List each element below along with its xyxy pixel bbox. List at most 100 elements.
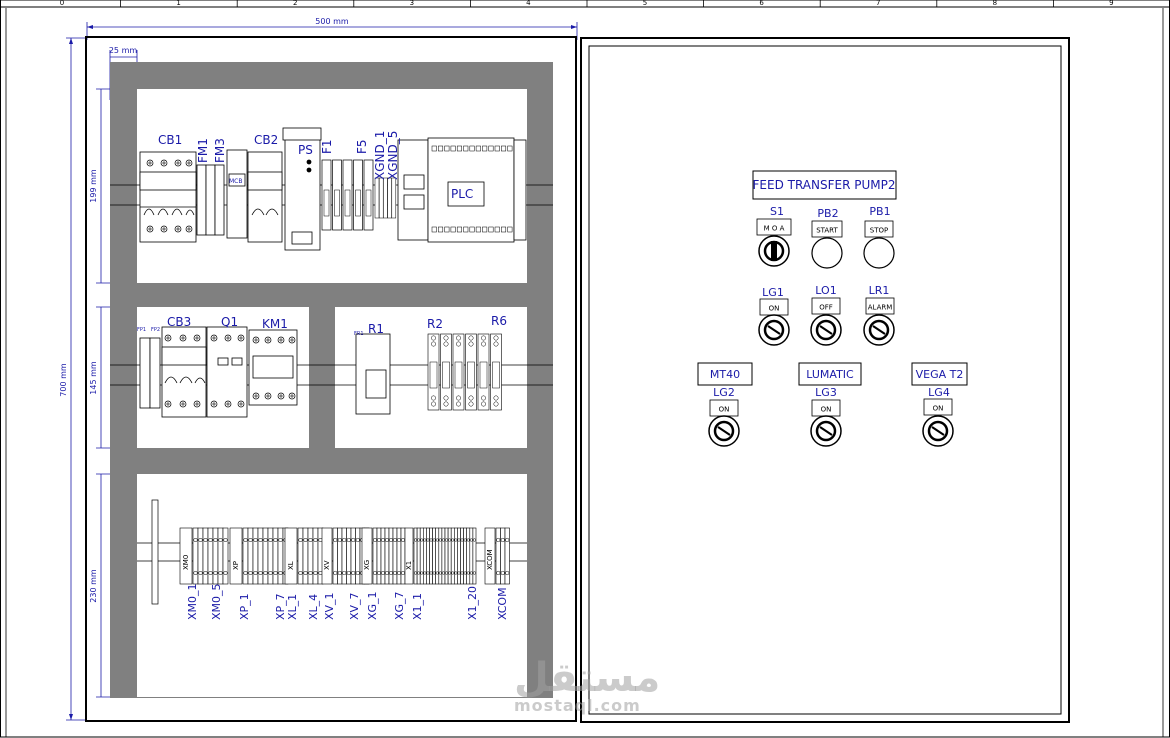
fp2-label: FP2 [151, 327, 160, 333]
terminal-block [242, 527, 249, 585]
mt40-label: MT40 [710, 368, 740, 381]
terminal-block [272, 527, 279, 585]
pb1-label: PB1 [869, 205, 890, 218]
f1-label: F1 [320, 139, 334, 154]
terminal-block [202, 527, 209, 585]
terminal-block [404, 527, 414, 585]
terminal-block [416, 527, 421, 585]
terminal-block [257, 527, 264, 585]
terminal-block [419, 527, 424, 585]
plc-pin [469, 145, 475, 152]
mcb-unit [226, 149, 248, 239]
terminal-block [312, 527, 319, 585]
lo1-label: LO1 [815, 284, 836, 297]
terminal-block [384, 527, 390, 585]
lg1-label: LG1 [762, 286, 784, 299]
cb2-breaker [247, 151, 283, 243]
plc-pin [431, 226, 437, 233]
fm3-label: FM3 [213, 138, 227, 163]
fp2-fuse [149, 337, 161, 409]
terminal-block [297, 527, 304, 585]
terminal-group-label: XCOM [486, 549, 494, 570]
plc-pin [482, 226, 488, 233]
f5-label: F5 [355, 139, 369, 154]
lr1-plate: ALARM [868, 304, 893, 312]
terminal-block [337, 527, 343, 585]
s1-label: S1 [770, 205, 784, 218]
plc-pin [494, 226, 500, 233]
terminal-label: XG_1 [366, 591, 379, 620]
ruler-number: 2 [293, 0, 297, 7]
lg3-plate: ON [821, 406, 832, 414]
terminal-block [217, 527, 224, 585]
terminal-block [447, 527, 452, 585]
lg2-label: LG2 [713, 386, 735, 399]
terminal-block [222, 527, 229, 585]
xgnd1-label: XGND_1 [373, 131, 387, 180]
terminal-block [432, 527, 437, 585]
terminal-label: XL_4 [307, 594, 320, 620]
plc-pin [463, 226, 469, 233]
terminal-block [500, 527, 506, 585]
terminal-block [372, 527, 378, 585]
terminal-block [192, 527, 199, 585]
plc-pin [431, 145, 437, 152]
terminal-block [284, 527, 298, 585]
terminal-block [396, 527, 402, 585]
terminal-block [277, 527, 284, 585]
plc-pin [501, 145, 507, 152]
cb3-label: CB3 [167, 315, 191, 329]
ground-terminal [374, 177, 380, 219]
cb2-label: CB2 [254, 133, 278, 147]
plc-pin [450, 145, 456, 152]
ruler-number: 8 [993, 0, 997, 7]
watermark-arabic: مستقل [514, 655, 661, 701]
terminal-block [472, 527, 477, 585]
terminal-block [302, 527, 309, 585]
terminal-block [252, 527, 259, 585]
plc-pin [463, 145, 469, 152]
door-title: FEED TRANSFER PUMP2 [753, 178, 896, 192]
plc-pin [469, 226, 475, 233]
fm3-fuse [214, 164, 225, 236]
watermark-latin: mostaql.com [514, 696, 641, 715]
plc-pin [507, 226, 513, 233]
terminal-label: XL_1 [286, 594, 299, 620]
plc-pin [488, 226, 494, 233]
terminal-block [247, 527, 254, 585]
terminal-block [346, 527, 352, 585]
terminal-block [350, 527, 356, 585]
terminal-block [466, 527, 471, 585]
terminal-group-label: XG [363, 560, 371, 570]
pb2-label: PB2 [817, 207, 838, 220]
lo1-plate: OFF [819, 304, 833, 312]
ruler-number: 0 [60, 0, 64, 7]
terminal-block [262, 527, 269, 585]
plc-pin [444, 145, 450, 152]
plc-pin [494, 145, 500, 152]
terminal-label: XG_7 [393, 591, 406, 620]
cb1-label: CB1 [158, 133, 182, 147]
km1-label: KM1 [262, 317, 288, 331]
plc-pin [456, 226, 462, 233]
plc-label: PLC [451, 187, 473, 201]
pb2-plate: START [816, 227, 838, 235]
plc-pin [507, 145, 513, 152]
ground-terminal [383, 177, 388, 219]
terminal-group-label: XP [232, 561, 240, 570]
dim-row3: 230 mm [89, 569, 98, 603]
dim-row1: 199 mm [89, 169, 98, 203]
terminal-block [460, 527, 464, 585]
ruler-number: 9 [1109, 0, 1113, 7]
terminal-block [355, 527, 361, 585]
terminal-block [380, 527, 386, 585]
lr1-label: LR1 [869, 284, 890, 297]
terminal-block [495, 527, 501, 585]
terminal-block [321, 527, 333, 585]
ground-terminal [378, 177, 384, 219]
dim-width: 500 mm [315, 17, 349, 26]
push-button [863, 237, 895, 269]
fm1-fuse [196, 164, 207, 236]
r6-label: R6 [491, 314, 507, 328]
terminal-block [376, 527, 382, 585]
